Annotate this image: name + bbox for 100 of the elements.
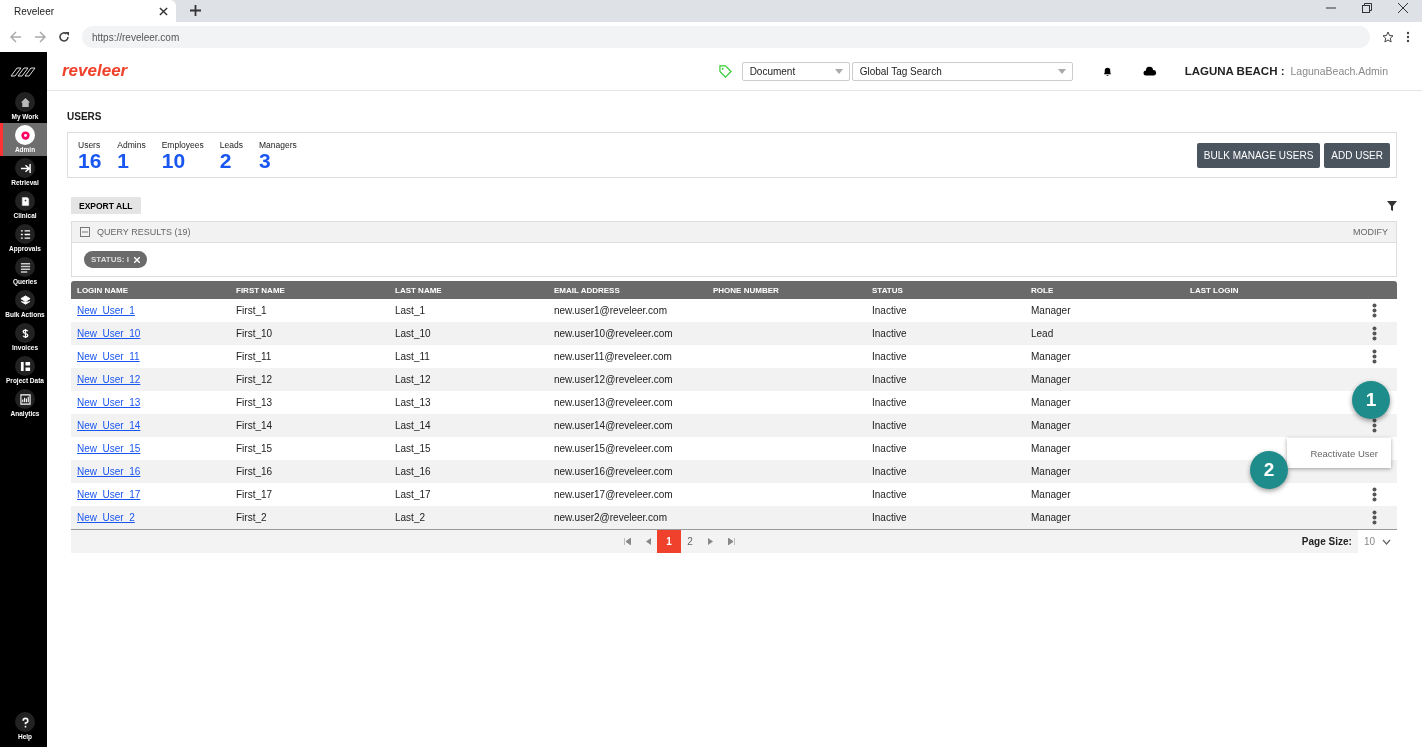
table-cell-text: First_15	[235, 443, 274, 454]
table-cell-text: Manager	[1030, 512, 1072, 523]
table-cell-text: Inactive	[871, 512, 908, 523]
blocks-icon	[19, 360, 31, 372]
kebab-menu-icon[interactable]	[1372, 349, 1377, 364]
login-link[interactable]: New_User_16	[77, 466, 141, 477]
cloud-icon[interactable]	[1142, 65, 1157, 77]
table-cell-text: Manager	[1030, 420, 1072, 431]
query-results-title: QUERY RESULTS (19)	[97, 227, 191, 237]
brand-logo[interactable]: reveleer	[62, 61, 128, 81]
first-page-icon[interactable]	[624, 538, 631, 545]
chart-icon	[19, 393, 31, 405]
login-link[interactable]: New_User_13	[77, 397, 141, 408]
help-icon	[19, 716, 31, 728]
layers-icon	[19, 294, 31, 306]
page-title: USERS	[67, 111, 103, 122]
table-cell-text: First_16	[235, 466, 274, 477]
table-cell-text: new.user1@reveleer.com	[553, 305, 668, 316]
column-header[interactable]: FIRST NAME	[230, 285, 389, 295]
star-icon[interactable]	[1382, 31, 1394, 43]
browser-tab[interactable]: Reveleer	[0, 0, 176, 22]
document-select[interactable]: Document	[741, 61, 850, 81]
filter-icon[interactable]	[1387, 200, 1397, 211]
query-results-header[interactable]: QUERY RESULTS (19) MODIFY	[72, 222, 1396, 243]
tag-icon	[718, 64, 732, 78]
kebab-menu-icon[interactable]	[1372, 326, 1377, 341]
column-header[interactable]: ROLE	[1025, 285, 1184, 295]
last-page-icon[interactable]	[728, 538, 735, 545]
caret-icon	[1057, 68, 1066, 74]
table-cell-text: Last_14	[394, 420, 432, 431]
organization-name: LAGUNA BEACH :	[1184, 65, 1285, 77]
table-cell-text: First_17	[235, 489, 274, 500]
collapse-icon[interactable]	[80, 227, 90, 237]
stat-label: Users	[78, 139, 102, 150]
table-cell-text: Manager	[1030, 351, 1072, 362]
stat-label: Employees	[161, 139, 204, 150]
page-size-label: Page Size:	[1301, 536, 1352, 547]
column-header[interactable]: STATUS	[866, 285, 1025, 295]
table-cell-text: First_10	[235, 328, 274, 339]
page-size-select[interactable]: 10	[1357, 530, 1397, 553]
table-cell-text: Last_11	[394, 351, 431, 362]
table-cell-text: new.user2@reveleer.com	[553, 512, 668, 523]
table-cell-text: Inactive	[871, 420, 908, 431]
table-cell-text: Last_12	[394, 374, 432, 385]
prev-page-icon[interactable]	[646, 538, 651, 545]
bulk-manage-button[interactable]: BULK MANAGE USERS	[1196, 142, 1321, 168]
table-cell-text: Inactive	[871, 397, 908, 408]
tag-search-select[interactable]: Global Tag Search	[851, 61, 1073, 81]
modify-link[interactable]: MODIFY	[1353, 227, 1388, 237]
login-link[interactable]: New_User_15	[77, 443, 141, 454]
new-tab-icon[interactable]	[190, 5, 201, 16]
reload-icon[interactable]	[58, 31, 70, 43]
login-link[interactable]: New_User_10	[77, 328, 141, 339]
reactivate-user-item[interactable]: Reactivate User	[1310, 447, 1378, 459]
kebab-menu-icon[interactable]	[1372, 487, 1377, 502]
stat-label: Managers	[258, 139, 297, 150]
table-cell-text: Manager	[1030, 466, 1072, 477]
column-header[interactable]: EMAIL ADDRESS	[548, 285, 707, 295]
login-link[interactable]: New_User_12	[77, 374, 141, 385]
table-cell-text: Last_17	[394, 489, 432, 500]
login-link[interactable]: New_User_2	[77, 512, 135, 523]
kebab-menu-icon[interactable]	[1372, 418, 1377, 433]
table-cell-text: new.user15@reveleer.com	[553, 443, 674, 454]
table-cell-text: First_12	[235, 374, 274, 385]
table-cell-text: new.user14@reveleer.com	[553, 420, 674, 431]
login-link[interactable]: New_User_11	[77, 351, 140, 362]
login-link[interactable]: New_User_1	[77, 305, 135, 316]
filter-chip[interactable]: STATUS: I	[84, 251, 147, 268]
user-name[interactable]: LagunaBeach.Admin	[1290, 65, 1388, 77]
kebab-menu-icon[interactable]	[1372, 510, 1377, 525]
logo-icon[interactable]	[8, 66, 39, 78]
kebab-menu-icon[interactable]	[1372, 303, 1377, 318]
stat-label: Leads	[219, 139, 243, 150]
table-cell-text: new.user16@reveleer.com	[553, 466, 674, 477]
more-icon[interactable]	[1406, 31, 1410, 43]
address-field[interactable]: https://reveleer.com	[82, 26, 1370, 48]
column-header[interactable]: LOGIN NAME	[71, 285, 230, 295]
table-cell-text: Last_15	[394, 443, 432, 454]
stat-value: 1	[117, 149, 131, 171]
page-button[interactable]: 1	[657, 530, 681, 553]
table-cell-text: Manager	[1030, 305, 1072, 316]
table-cell-text: Inactive	[871, 466, 908, 477]
add-user-button[interactable]: ADD USER	[1324, 142, 1390, 168]
table-cell-text: Manager	[1030, 397, 1072, 408]
column-header[interactable]: LAST NAME	[389, 285, 548, 295]
column-header[interactable]: LAST LOGIN	[1184, 285, 1343, 295]
close-icon[interactable]	[159, 6, 168, 16]
close-icon[interactable]	[1398, 3, 1408, 13]
login-link[interactable]: New_User_14	[77, 420, 141, 431]
table-cell-text: Inactive	[871, 351, 908, 362]
bell-icon[interactable]	[1101, 65, 1113, 77]
login-link[interactable]: New_User_17	[77, 489, 141, 500]
column-header[interactable]: PHONE NUMBER	[707, 285, 866, 295]
restore-icon[interactable]	[1362, 3, 1372, 13]
page-button[interactable]: 2	[678, 530, 702, 553]
export-button[interactable]: EXPORT ALL	[71, 197, 141, 214]
stat-value: 3	[258, 149, 271, 171]
chevron-down-icon	[1382, 538, 1391, 545]
stat-value: 10	[161, 149, 186, 171]
next-page-icon[interactable]	[708, 538, 713, 545]
